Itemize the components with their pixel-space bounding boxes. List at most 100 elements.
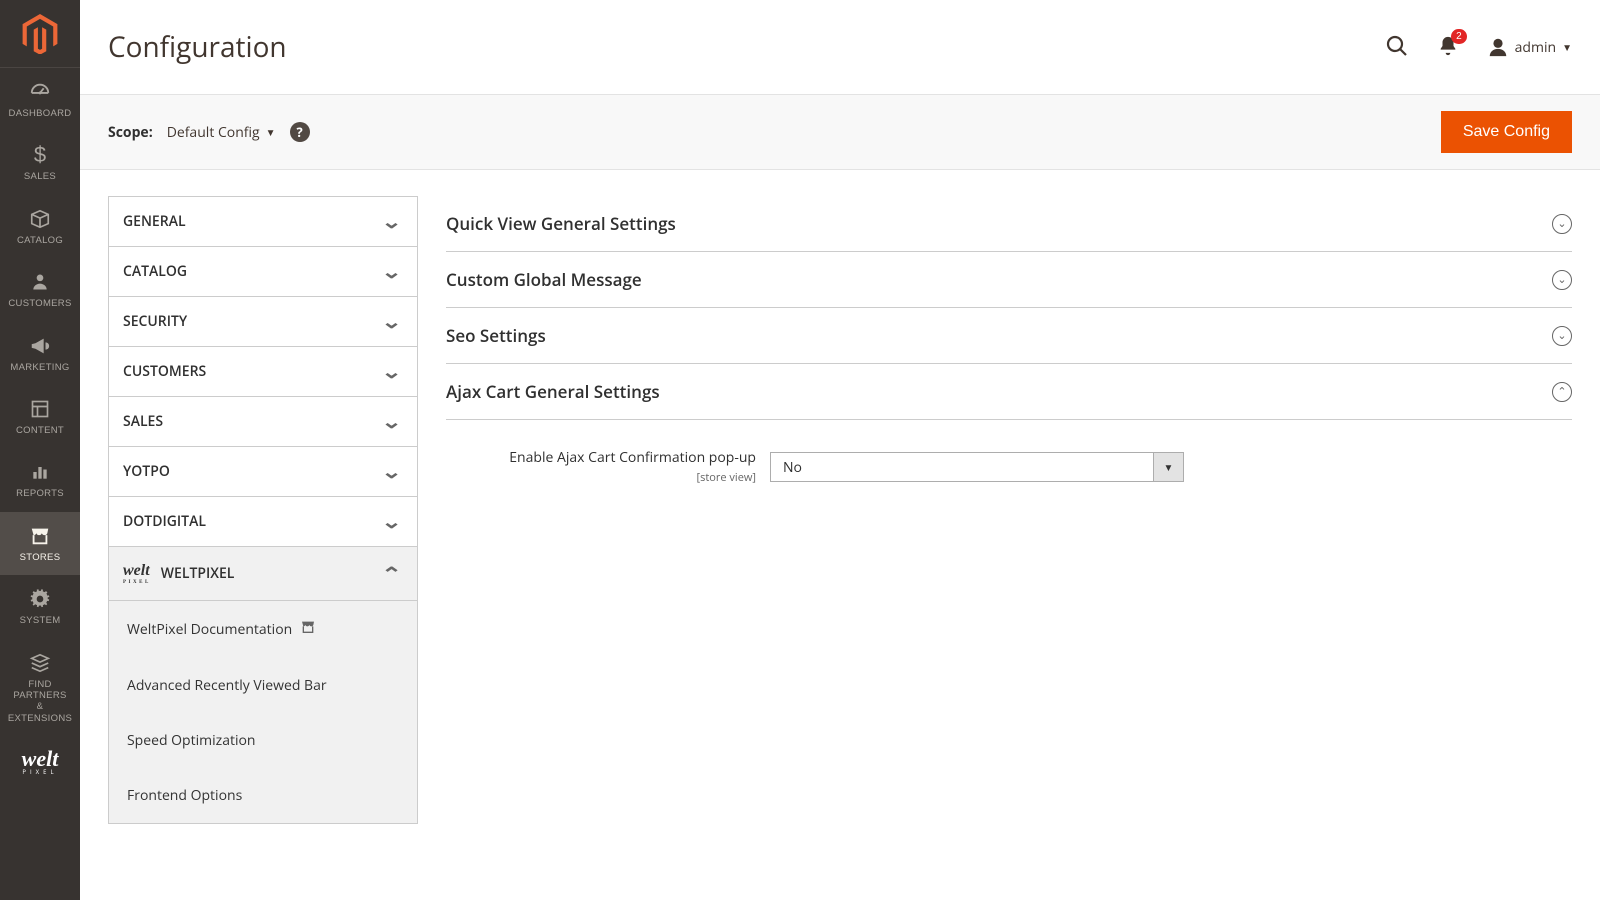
subtab-recently-viewed[interactable]: Advanced Recently Viewed Bar xyxy=(109,658,417,713)
chevron-down-icon: ⌄ xyxy=(381,263,402,281)
page-title: Configuration xyxy=(108,28,287,66)
subtab-label: WeltPixel Documentation xyxy=(127,620,292,639)
chevron-down-icon: ⌄ xyxy=(381,363,402,381)
field-scope: [store view] xyxy=(697,470,756,485)
field-enable-ajax-cart: Enable Ajax Cart Confirmation pop-up [st… xyxy=(446,448,1572,486)
sidebar-item-marketing[interactable]: MARKETING xyxy=(0,322,80,385)
gear-icon xyxy=(30,587,50,611)
save-config-button[interactable]: Save Config xyxy=(1441,111,1572,153)
enable-ajax-cart-select[interactable]: No ▼ xyxy=(770,452,1184,482)
tab-label: DOTDIGITAL xyxy=(123,512,206,531)
magento-icon xyxy=(22,14,58,54)
tab-catalog[interactable]: CATALOG ⌄ xyxy=(109,247,417,297)
admin-sidebar: DASHBOARD $ SALES CATALOG CUSTOMERS MARK… xyxy=(0,0,80,900)
magento-logo[interactable] xyxy=(0,0,80,68)
notification-badge: 2 xyxy=(1451,29,1467,44)
section-ajax-cart[interactable]: Ajax Cart General Settings ⌃ xyxy=(446,364,1572,420)
tab-yotpo[interactable]: YOTPO ⌄ xyxy=(109,447,417,497)
page-header: Configuration 2 admin ▼ xyxy=(80,0,1600,94)
sidebar-item-label: FIND PARTNERS & EXTENSIONS xyxy=(4,679,76,725)
sidebar-item-customers[interactable]: CUSTOMERS xyxy=(0,258,80,321)
tab-customers[interactable]: CUSTOMERS ⌄ xyxy=(109,347,417,397)
dollar-icon: $ xyxy=(34,143,46,167)
tab-label: CUSTOMERS xyxy=(123,362,206,381)
expand-icon: ⌄ xyxy=(1552,214,1572,234)
tab-label: YOTPO xyxy=(123,462,170,481)
caret-down-icon: ▼ xyxy=(266,125,276,139)
store-icon xyxy=(300,619,316,640)
sidebar-item-sales[interactable]: $ SALES xyxy=(0,131,80,194)
field-label-wrap: Enable Ajax Cart Confirmation pop-up [st… xyxy=(446,448,756,486)
search-icon xyxy=(1385,34,1409,58)
section-custom-global-message[interactable]: Custom Global Message ⌄ xyxy=(446,252,1572,308)
sidebar-item-label: DASHBOARD xyxy=(9,108,72,119)
sidebar-item-stores[interactable]: STORES xyxy=(0,512,80,575)
scope-selected: Default Config xyxy=(167,123,260,142)
section-title: Quick View General Settings xyxy=(446,212,676,235)
weltpixel-small-logo: weltPIXEL xyxy=(123,562,151,585)
sidebar-item-label: SALES xyxy=(24,171,56,182)
config-tabs: GENERAL ⌄ CATALOG ⌄ SECURITY ⌄ CUSTOMERS… xyxy=(108,196,418,824)
subtab-frontend-options[interactable]: Frontend Options xyxy=(109,768,417,823)
user-menu[interactable]: admin ▼ xyxy=(1487,36,1572,58)
sidebar-item-label: CATALOG xyxy=(17,235,63,246)
sidebar-item-system[interactable]: SYSTEM xyxy=(0,575,80,638)
subtab-speed-optimization[interactable]: Speed Optimization xyxy=(109,713,417,768)
tab-label: CATALOG xyxy=(123,262,187,281)
chevron-down-icon: ⌄ xyxy=(381,413,402,431)
section-ajax-cart-body: Enable Ajax Cart Confirmation pop-up [st… xyxy=(446,420,1572,494)
bar-chart-icon xyxy=(30,460,50,484)
sidebar-item-content[interactable]: CONTENT xyxy=(0,385,80,448)
collapse-icon: ⌃ xyxy=(1552,382,1572,402)
main-content: Configuration 2 admin ▼ Scope: xyxy=(80,0,1600,900)
user-name: admin xyxy=(1515,38,1556,57)
subtab-label: Speed Optimization xyxy=(127,731,256,750)
scope-selector[interactable]: Default Config ▼ xyxy=(167,123,276,142)
notifications-button[interactable]: 2 xyxy=(1437,35,1459,60)
tab-security[interactable]: SECURITY ⌄ xyxy=(109,297,417,347)
section-title: Ajax Cart General Settings xyxy=(446,380,660,403)
scope-label: Scope: xyxy=(108,123,153,142)
sidebar-item-label: MARKETING xyxy=(10,362,69,373)
dropdown-arrow-icon: ▼ xyxy=(1153,453,1183,481)
tab-weltpixel[interactable]: weltPIXEL WELTPIXEL ⌃ xyxy=(109,547,417,601)
expand-icon: ⌄ xyxy=(1552,326,1572,346)
puzzle-icon xyxy=(29,651,51,675)
field-label: Enable Ajax Cart Confirmation pop-up xyxy=(446,448,756,467)
sidebar-item-label: SYSTEM xyxy=(20,615,61,626)
section-title: Custom Global Message xyxy=(446,268,642,291)
subtab-label: Frontend Options xyxy=(127,786,242,805)
weltpixel-logo[interactable]: welt PIXEL xyxy=(0,736,80,790)
tab-sales[interactable]: SALES ⌄ xyxy=(109,397,417,447)
chevron-down-icon: ⌄ xyxy=(381,463,402,481)
scope-help-button[interactable]: ? xyxy=(290,122,310,142)
chevron-down-icon: ⌄ xyxy=(381,213,402,231)
weltpixel-logo-text: welt xyxy=(22,750,59,768)
box-icon xyxy=(29,207,51,231)
sidebar-item-catalog[interactable]: CATALOG xyxy=(0,195,80,258)
tab-label: SALES xyxy=(123,412,163,431)
megaphone-icon xyxy=(29,334,51,358)
tab-label: WELTPIXEL xyxy=(161,564,235,583)
search-button[interactable] xyxy=(1385,34,1409,61)
person-icon xyxy=(30,270,50,294)
section-quick-view[interactable]: Quick View General Settings ⌄ xyxy=(446,196,1572,252)
select-value: No xyxy=(771,453,1153,481)
field-control: No ▼ xyxy=(770,452,1184,482)
scope-bar: Scope: Default Config ▼ ? Save Config xyxy=(80,94,1600,170)
tab-general[interactable]: GENERAL ⌄ xyxy=(109,197,417,247)
sidebar-item-reports[interactable]: REPORTS xyxy=(0,448,80,511)
weltpixel-logo-sub: PIXEL xyxy=(22,768,59,776)
tab-dotdigital[interactable]: DOTDIGITAL ⌄ xyxy=(109,497,417,547)
scope-left: Scope: Default Config ▼ ? xyxy=(108,122,310,142)
subtab-documentation[interactable]: WeltPixel Documentation xyxy=(109,601,417,658)
sidebar-item-label: REPORTS xyxy=(16,488,64,499)
sidebar-item-partners[interactable]: FIND PARTNERS & EXTENSIONS xyxy=(0,639,80,737)
section-seo-settings[interactable]: Seo Settings ⌄ xyxy=(446,308,1572,364)
header-actions: 2 admin ▼ xyxy=(1385,34,1572,61)
config-sections: Quick View General Settings ⌄ Custom Glo… xyxy=(446,196,1572,494)
sidebar-item-dashboard[interactable]: DASHBOARD xyxy=(0,68,80,131)
caret-down-icon: ▼ xyxy=(1562,40,1572,54)
sidebar-item-label: CONTENT xyxy=(16,425,64,436)
weltpixel-subtabs: WeltPixel Documentation Advanced Recentl… xyxy=(109,601,417,823)
